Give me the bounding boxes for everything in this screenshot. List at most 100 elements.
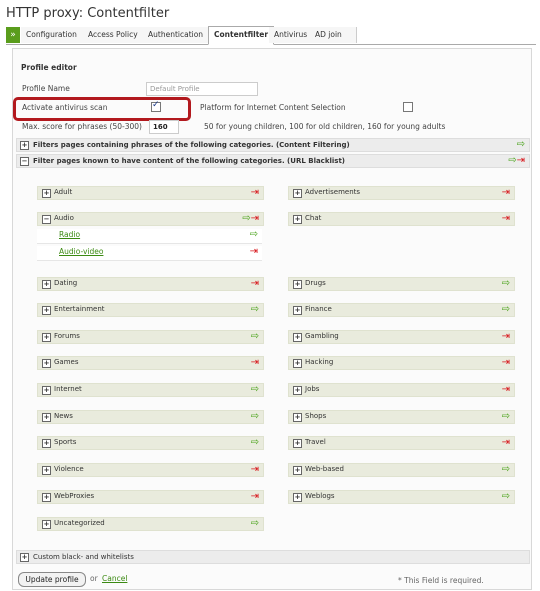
category-web-based[interactable]: + Web-based ⇨	[288, 463, 515, 477]
category-games[interactable]: + Games ⇥	[37, 356, 264, 370]
category-internet[interactable]: + Internet ⇨	[37, 383, 264, 397]
block-icon[interactable]: ⇥	[502, 357, 510, 369]
expand-icon[interactable]: +	[42, 280, 51, 289]
pics-checkbox[interactable]	[403, 102, 413, 112]
expand-icon[interactable]: +	[293, 215, 302, 224]
expand-icon[interactable]: +	[293, 280, 302, 289]
allow-arrow-icon[interactable]: ⇨	[251, 518, 259, 530]
expand-icon[interactable]: +	[293, 306, 302, 315]
category-finance[interactable]: + Finance ⇨	[288, 303, 515, 317]
allow-arrow-icon[interactable]: ⇨	[502, 278, 510, 290]
category-violence[interactable]: + Violence ⇥	[37, 463, 264, 477]
allow-arrow-icon[interactable]: ⇨	[502, 304, 510, 316]
mixed-arrow-icon[interactable]: ⇨⇥	[242, 213, 259, 225]
expand-icon[interactable]: +	[293, 413, 302, 422]
antivirus-highlight	[13, 97, 191, 121]
expand-icon[interactable]: +	[42, 333, 51, 342]
tab-authentication[interactable]: Authentication	[143, 27, 212, 43]
category-forums[interactable]: + Forums ⇨	[37, 330, 264, 344]
cancel-link[interactable]: Cancel	[102, 574, 127, 583]
block-icon[interactable]: ⇥	[502, 187, 510, 199]
tab-configuration[interactable]: Configuration	[21, 27, 88, 43]
expand-icon[interactable]: +	[293, 439, 302, 448]
allow-arrow-icon[interactable]: ⇨	[250, 229, 258, 241]
max-score-hint: 50 for young children, 100 for old child…	[204, 122, 446, 131]
custom-lists-title: Custom black- and whitelists	[33, 553, 134, 561]
blacklist-section[interactable]: − Filter pages known to have content of …	[16, 154, 530, 168]
tab-access-policy[interactable]: Access Policy	[83, 27, 147, 43]
block-icon[interactable]: ⇥	[502, 384, 510, 396]
category-chat[interactable]: + Chat ⇥	[288, 212, 515, 226]
block-icon[interactable]: ⇥	[251, 187, 259, 199]
category-news[interactable]: + News ⇨	[37, 410, 264, 424]
block-icon[interactable]: ⇥	[251, 278, 259, 290]
radio-link[interactable]: Radio	[59, 230, 80, 239]
audio-video-link[interactable]: Audio-video	[59, 247, 103, 256]
allow-arrow-icon[interactable]: ⇨	[502, 491, 510, 503]
required-note: * This Field is required.	[398, 576, 484, 585]
expand-icon[interactable]: +	[42, 466, 51, 475]
tab-arrow-icon[interactable]: »	[6, 27, 20, 43]
expand-icon[interactable]: +	[293, 493, 302, 502]
expand-icon[interactable]: +	[42, 520, 51, 529]
category-advertisements[interactable]: + Advertisements ⇥	[288, 186, 515, 200]
expand-icon[interactable]: +	[20, 553, 29, 562]
expand-icon[interactable]: +	[42, 306, 51, 315]
allow-arrow-icon[interactable]: ⇨	[251, 304, 259, 316]
block-icon[interactable]: ⇥	[502, 213, 510, 225]
max-score-input[interactable]: 160	[149, 120, 179, 134]
update-profile-button[interactable]: Update profile	[18, 572, 86, 587]
collapse-icon[interactable]: −	[20, 157, 29, 166]
expand-icon[interactable]: +	[42, 386, 51, 395]
max-score-label: Max. score for phrases (50-300)	[22, 122, 142, 131]
category-entertainment[interactable]: + Entertainment ⇨	[37, 303, 264, 317]
allow-arrow-icon[interactable]: ⇨	[517, 139, 525, 151]
expand-icon[interactable]: +	[293, 386, 302, 395]
page-title: HTTP proxy: Contentfilter	[6, 6, 170, 21]
category-drugs[interactable]: + Drugs ⇨	[288, 277, 515, 291]
category-adult[interactable]: + Adult ⇥	[37, 186, 264, 200]
category-shops[interactable]: + Shops ⇨	[288, 410, 515, 424]
tab-contentfilter[interactable]: Contentfilter	[208, 26, 274, 45]
custom-lists-section[interactable]: + Custom black- and whitelists	[16, 550, 530, 564]
category-gambling[interactable]: + Gambling ⇥	[288, 330, 515, 344]
category-jobs[interactable]: + Jobs ⇥	[288, 383, 515, 397]
expand-icon[interactable]: +	[42, 189, 51, 198]
block-icon[interactable]: ⇥	[251, 464, 259, 476]
block-icon[interactable]: ⇥	[502, 437, 510, 449]
tab-antivirus[interactable]: Antivirus	[269, 27, 314, 43]
allow-arrow-icon[interactable]: ⇨	[251, 384, 259, 396]
tab-ad-join[interactable]: AD join	[310, 27, 357, 43]
allow-arrow-icon[interactable]: ⇨	[502, 464, 510, 476]
expand-icon[interactable]: +	[42, 359, 51, 368]
allow-arrow-icon[interactable]: ⇨	[251, 331, 259, 343]
category-dating[interactable]: + Dating ⇥	[37, 277, 264, 291]
expand-icon[interactable]: +	[293, 189, 302, 198]
block-icon[interactable]: ⇥	[250, 246, 258, 258]
allow-arrow-icon[interactable]: ⇨	[251, 411, 259, 423]
block-icon[interactable]: ⇥	[251, 491, 259, 503]
phrases-section[interactable]: + Filters pages containing phrases of th…	[16, 138, 530, 152]
allow-arrow-icon[interactable]: ⇨	[251, 437, 259, 449]
expand-icon[interactable]: +	[42, 413, 51, 422]
expand-icon[interactable]: +	[293, 466, 302, 475]
profile-name-input[interactable]: Default Profile	[146, 82, 258, 96]
expand-icon[interactable]: +	[293, 333, 302, 342]
category-travel[interactable]: + Travel ⇥	[288, 436, 515, 450]
category-hacking[interactable]: + Hacking ⇥	[288, 356, 515, 370]
mixed-arrow-icon[interactable]: ⇨⇥	[508, 155, 525, 167]
allow-arrow-icon[interactable]: ⇨	[502, 411, 510, 423]
category-audio[interactable]: − Audio ⇨⇥	[37, 212, 264, 226]
expand-icon[interactable]: +	[42, 439, 51, 448]
collapse-icon[interactable]: −	[42, 215, 51, 224]
expand-icon[interactable]: +	[42, 493, 51, 502]
category-webproxies[interactable]: + WebProxies ⇥	[37, 490, 264, 504]
subcategory-audio-video: Audio-video ⇥	[37, 246, 262, 261]
expand-icon[interactable]: +	[20, 141, 29, 150]
block-icon[interactable]: ⇥	[251, 357, 259, 369]
category-sports[interactable]: + Sports ⇨	[37, 436, 264, 450]
category-weblogs[interactable]: + Weblogs ⇨	[288, 490, 515, 504]
block-icon[interactable]: ⇥	[502, 331, 510, 343]
category-uncategorized[interactable]: + Uncategorized ⇨	[37, 517, 264, 531]
expand-icon[interactable]: +	[293, 359, 302, 368]
